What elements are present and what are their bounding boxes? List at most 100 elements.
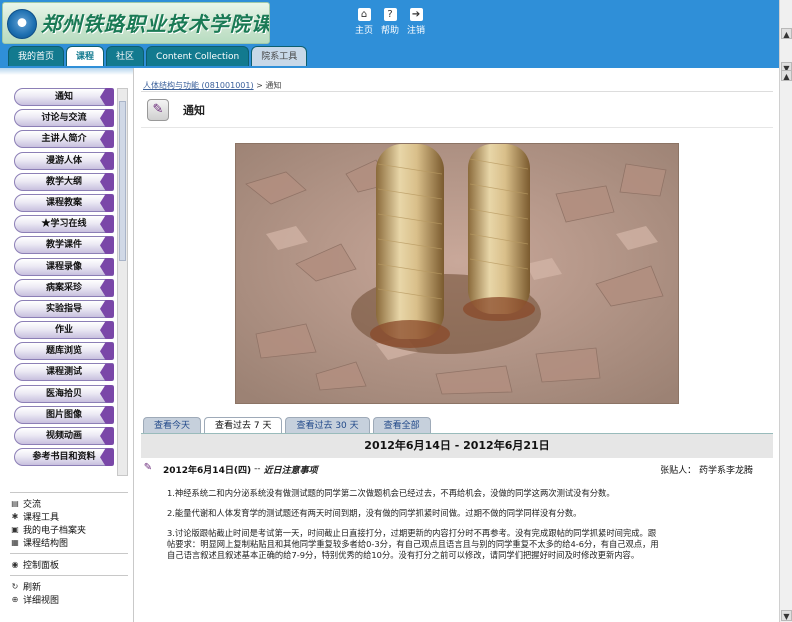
detail-view-icon: ⊕ [11,594,19,604]
control-panel-label: 控制面板 [23,561,60,571]
tab-courses[interactable]: 课程 [66,46,105,66]
tab-department-tools[interactable]: 院系工具 [251,46,308,66]
main-tabs: 我的首页 课程 社区 Content Collection 院系工具 [8,46,308,66]
college-logo[interactable]: 郑州铁路职业技术学院课程在线 [2,2,270,44]
detail-view-label: 详细视图 [23,596,60,606]
breadcrumb: 人体结构与功能 (081001001) > 通知 [141,80,773,92]
tab-view-today[interactable]: 查看今天 [143,417,202,433]
tab-content-collection[interactable]: Content Collection [146,46,250,66]
sidebar-item-17[interactable]: 参考书目和资料 [14,448,114,467]
announcement-paragraph: 1.神经系统二和内分泌系统没有做测试题的同学第二次做题机会已经过去，不再给机会，… [167,488,615,498]
sidebar-item-16[interactable]: 视频动画 [14,427,114,445]
tool-label: 我的电子档案夹 [23,526,87,536]
sidebar-top-gradient [0,68,133,75]
tool-communication[interactable]: ▤ 交流 [10,497,128,511]
top-banner: 郑州铁路职业技术学院课程在线 ⌂ 主页 ? 帮助 ➔ 注销 我的首页 课程 社区… [0,0,792,68]
announcement-view-tabs: 查看今天 查看过去 7 天 查看过去 30 天 查看全部 [141,417,773,434]
home-icon: ⌂ [357,8,371,21]
logo-title: 郑州铁路职业技术学院课程在线 [41,12,270,36]
sidebar-item-4[interactable]: 教学大纲 [14,172,114,191]
micrograph-banner-image [235,143,679,404]
announcement-poster: 张贴人： 药学系李龙腾 [660,463,753,476]
tool-course-map[interactable]: ▦ 课程结构图 [10,536,128,550]
sidebar-item-14[interactable]: 医海拾贝 [14,384,114,403]
breadcrumb-current: 通知 [265,81,282,90]
sidebar-item-10[interactable]: 实验指导 [14,299,114,318]
tool-portfolio[interactable]: ▣ 我的电子档案夹 [10,523,128,537]
refresh-label: 刷新 [23,583,42,593]
announcement-item-icon: ✎ [143,462,153,473]
announcement-icon: ✎ [147,98,169,121]
content-scroll-down-arrow-icon[interactable]: ▼ [781,610,792,621]
poster-label: 张贴人： [660,466,697,476]
sidebar-item-13[interactable]: 课程测试 [14,363,114,382]
tools-icon: ✱ [11,511,19,521]
breadcrumb-course-link[interactable]: 人体结构与功能 (081001001) [143,81,254,90]
help-link[interactable]: ? 帮助 [381,8,399,36]
announcement-date: 2012年6月14日(四) [163,465,252,476]
refresh-link[interactable]: ↻ 刷新 [10,580,128,594]
tab-community[interactable]: 社区 [106,46,145,66]
hair-follicle-micrograph [236,144,678,403]
course-sidebar: 通知讨论与交流主讲人简介漫游人体教学大纲课程教案 ★学习在线教学课件课程录像病案采… [0,68,134,622]
scroll-up-arrow-icon[interactable]: ▲ [781,28,792,39]
announcement-paragraph: 3.讨论版跟帖截止时间是考试第一天，时间截止日直接打分，过期更新的内容打分时不再… [167,528,659,560]
home-link-label: 主页 [355,26,374,36]
page-title: 通知 [183,103,205,117]
sidebar-item-9[interactable]: 病案采珍 [14,278,114,297]
logout-icon: ➔ [409,8,423,21]
content-scroll-up-arrow-icon[interactable]: ▲ [781,70,792,81]
refresh-icon: ↻ [11,581,19,591]
announcement-subject: 近日注意事项 [263,465,318,476]
help-icon: ? [383,8,397,21]
tools-divider [10,553,128,554]
announcement-body: 1.神经系统二和内分泌系统没有做测试题的同学第二次做题机会已经过去，不再给机会，… [167,488,663,561]
sidebar-item-11[interactable]: 作业 [14,321,114,340]
sidebar-item-8[interactable]: 课程录像 [14,257,114,276]
tab-view-all[interactable]: 查看全部 [372,417,431,433]
sidebar-item-15[interactable]: 图片图像 [14,405,114,424]
help-link-label: 帮助 [381,26,400,36]
date-range-heading: 2012年6月14日 - 2012年6月21日 [141,434,773,458]
tools-divider [10,575,128,576]
communication-icon: ▤ [11,498,19,508]
sidebar-item-0[interactable]: 通知 [14,88,114,106]
portfolio-icon: ▣ [11,524,19,534]
announcement-paragraph: 2.能量代谢和人体发育学的测试题还有两天时间到期，没有做的同学抓紧时间做。过期不… [167,508,582,518]
menu-scrollbar[interactable] [117,88,128,476]
tab-view-last-30-days[interactable]: 查看过去 30 天 [285,417,370,433]
sidebar-item-7[interactable]: 教学课件 [14,236,114,255]
logout-link-label: 注销 [407,26,426,36]
home-link[interactable]: ⌂ 主页 [355,8,373,36]
announcement-dash: -- [254,464,261,474]
page-scrollbar[interactable]: ▲ ▼ ▲ ▼ [779,0,792,622]
poster-name: 药学系李龙腾 [698,466,753,476]
control-panel-icon: ◉ [11,559,19,569]
content-area: 人体结构与功能 (081001001) > 通知 ✎ 通知 查看今天 查看过去 … [141,80,773,622]
college-emblem-icon [7,9,37,39]
sidebar-item-5[interactable]: 课程教案 [14,193,114,212]
sidebar-item-6[interactable]: ★学习在线 [14,215,114,234]
logout-link[interactable]: ➔ 注销 [407,8,425,36]
tool-course-tools[interactable]: ✱ 课程工具 [10,510,128,524]
map-icon: ▦ [11,537,19,547]
sidebar-item-3[interactable]: 漫游人体 [14,151,114,170]
tool-label: 交流 [23,500,42,510]
announcement-item: ✎ 2012年6月14日(四) -- 近日注意事项 张贴人： 药学系李龙腾 1.… [141,462,773,570]
sidebar-item-12[interactable]: 题库浏览 [14,342,114,361]
menu-scrollbar-thumb[interactable] [119,101,126,261]
tab-my-home[interactable]: 我的首页 [8,46,65,66]
announcement-header: ✎ 2012年6月14日(四) -- 近日注意事项 张贴人： 药学系李龙腾 [141,462,773,476]
tool-label: 课程结构图 [23,539,69,549]
tool-label: 课程工具 [23,513,60,523]
global-nav-links: ⌂ 主页 ? 帮助 ➔ 注销 [355,8,425,36]
tab-view-last-7-days[interactable]: 查看过去 7 天 [204,417,283,433]
control-panel-link[interactable]: ◉ 控制面板 [10,558,128,572]
course-tools-panel: ▤ 交流 ✱ 课程工具 ▣ 我的电子档案夹 ▦ 课程结构图 ◉ 控制面板 ↻ 刷新 ⊕ 详细视… [10,492,128,606]
page-header: ✎ 通知 [141,92,773,128]
sidebar-item-2[interactable]: 主讲人简介 [14,130,114,149]
breadcrumb-separator: > [253,81,266,90]
sidebar-item-1[interactable]: 讨论与交流 [14,109,114,128]
detail-view-link[interactable]: ⊕ 详细视图 [10,593,128,607]
course-menu: 通知讨论与交流主讲人简介漫游人体教学大纲课程教案 ★学习在线教学课件课程录像病案采… [14,88,114,469]
